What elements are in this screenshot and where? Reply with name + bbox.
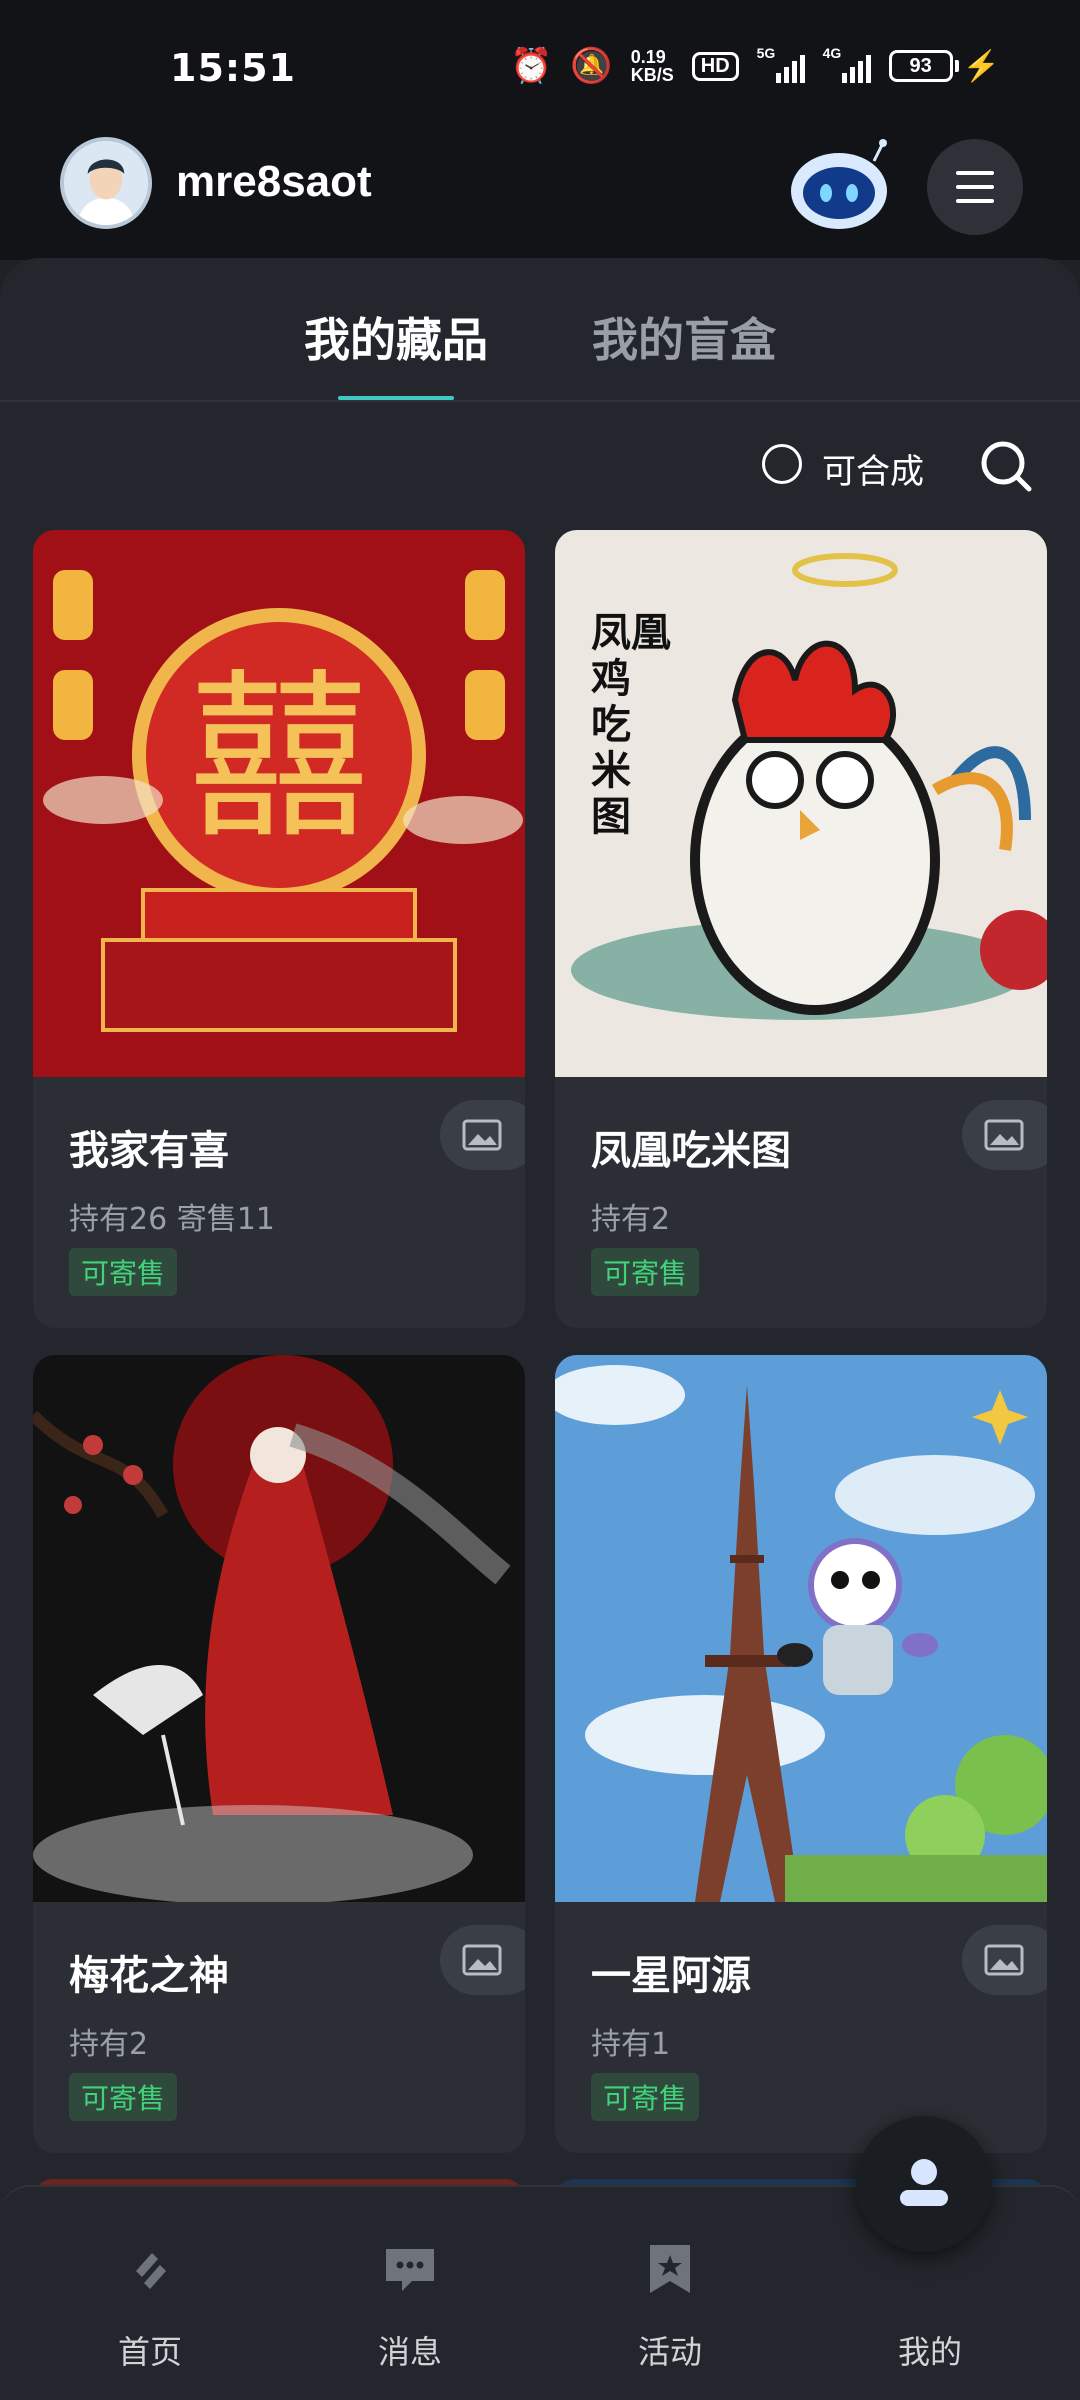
card-holding-info: 持有26 寄售11	[69, 1202, 275, 1237]
card-holding-info: 持有1	[591, 2027, 671, 2062]
card-title: 一星阿源	[591, 1953, 751, 1999]
tab-bar: 我的藏品 我的盲盒	[0, 258, 1080, 402]
alarm-icon: ⏰	[510, 47, 553, 85]
image-icon	[984, 1944, 1024, 1976]
mute-icon: 🔕	[570, 47, 613, 85]
profile-fab[interactable]	[856, 2116, 992, 2252]
avatar[interactable]	[60, 137, 152, 229]
avatar-image	[64, 141, 148, 225]
card-image-plum-goddess	[33, 1355, 525, 1902]
battery-icon: 93 ⚡	[888, 49, 1000, 84]
robot-assistant-icon[interactable]	[786, 137, 892, 233]
synthesizable-label[interactable]: 可合成	[822, 444, 924, 493]
message-icon	[386, 2249, 434, 2291]
user-icon	[900, 2159, 948, 2206]
active-tab-indicator	[338, 396, 454, 400]
collection-card[interactable]: 一星阿源 持有1 可寄售	[555, 1355, 1047, 2153]
activity-bookmark-icon	[650, 2245, 690, 2293]
card-image-double-happiness: 囍	[33, 530, 525, 1077]
collection-panel: 我的藏品 我的盲盒 可合成 囍 我家有喜 持有26 寄售11 可寄售 凤凰 鸡 …	[0, 258, 1080, 2400]
consignable-badge: 可寄售	[69, 1248, 178, 1296]
view-image-button[interactable]	[440, 1925, 525, 1995]
view-image-button[interactable]	[440, 1100, 525, 1170]
image-icon	[462, 1944, 502, 1976]
app-header: mre8saot	[0, 115, 1080, 260]
home-icon	[136, 2253, 166, 2289]
synthesizable-radio[interactable]	[762, 444, 802, 484]
collection-card[interactable]: 囍 我家有喜 持有26 寄售11 可寄售	[33, 530, 525, 1328]
tab-my-collection[interactable]: 我的藏品	[304, 304, 488, 370]
card-title: 梅花之神	[69, 1953, 229, 1999]
collection-card[interactable]: 凤凰 鸡 吃 米 图 凤凰吃米图 持有2 可寄售	[555, 530, 1047, 1328]
card-title: 我家有喜	[69, 1128, 229, 1174]
search-icon[interactable]	[978, 438, 1034, 494]
signal-icon-5g: 5G	[757, 45, 805, 83]
status-icons: ⏰ 🔕 0.19 KB/S HD 5G 4G 93 ⚡	[510, 45, 1000, 85]
card-holding-info: 持有2	[591, 1202, 671, 1237]
network-speed: 0.19 KB/S	[630, 47, 674, 85]
signal-icon-4g: 4G	[823, 45, 871, 83]
status-bar: 15:51 ⏰ 🔕 0.19 KB/S HD 5G 4G 93 ⚡	[0, 0, 1080, 115]
view-image-button[interactable]	[962, 1925, 1047, 1995]
collection-card[interactable]: 梅花之神 持有2 可寄售	[33, 1355, 525, 2153]
image-icon	[462, 1119, 502, 1151]
filter-toolbar: 可合成	[0, 428, 1080, 498]
consignable-badge: 可寄售	[591, 1248, 700, 1296]
username: mre8saot	[176, 157, 372, 206]
tab-my-blind-box[interactable]: 我的盲盒	[592, 304, 776, 370]
card-title: 凤凰吃米图	[591, 1128, 791, 1174]
charging-icon: ⚡	[962, 49, 1000, 83]
hd-badge: HD	[691, 51, 739, 81]
image-icon	[984, 1119, 1024, 1151]
consignable-badge: 可寄售	[591, 2073, 700, 2121]
artwork-calligraphy: 凤凰 鸡 吃 米 图	[591, 610, 671, 840]
menu-button[interactable]	[927, 139, 1023, 235]
consignable-badge: 可寄售	[69, 2073, 178, 2121]
clock: 15:51	[170, 46, 296, 90]
view-image-button[interactable]	[962, 1100, 1047, 1170]
card-image-eiffel-panda	[555, 1355, 1047, 1902]
svg-text:囍: 囍	[189, 654, 369, 863]
card-holding-info: 持有2	[69, 2027, 149, 2062]
